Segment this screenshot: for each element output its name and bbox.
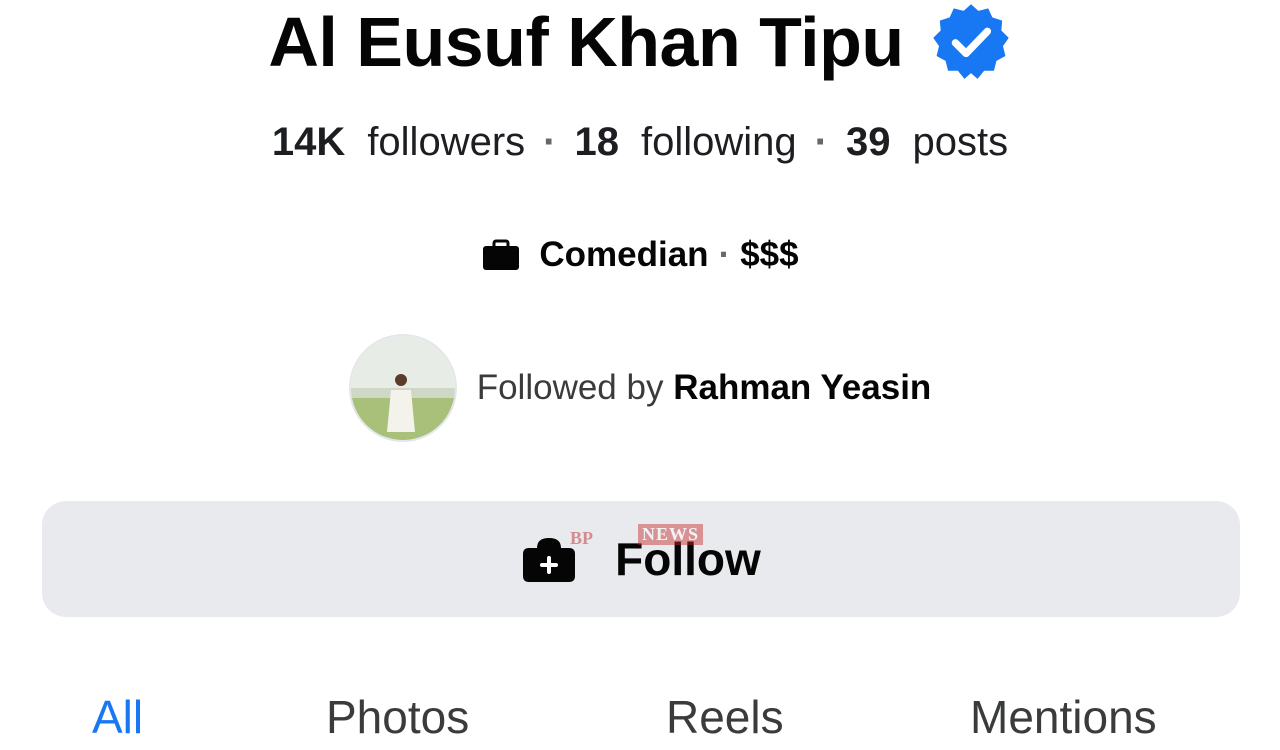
- posts-count: 39: [845, 119, 891, 164]
- posts-label: posts: [912, 119, 1009, 164]
- verified-badge-icon: [930, 1, 1012, 83]
- tab-photos[interactable]: Photos: [326, 690, 469, 744]
- profile-category: Comedian · $$$: [0, 228, 1280, 282]
- followed-by-prefix: Followed by: [476, 368, 664, 407]
- price-range: $$$: [740, 235, 799, 274]
- stats-separator: ·: [543, 119, 557, 164]
- profile-tabs: All Photos Reels Mentions: [0, 690, 1280, 750]
- followed-by-text: Followed by Rahman Yeasin: [477, 368, 932, 408]
- tab-reels[interactable]: Reels: [666, 690, 784, 744]
- stats-separator: ·: [814, 119, 828, 164]
- avatar[interactable]: [348, 334, 457, 442]
- following-label[interactable]: following: [641, 120, 797, 165]
- followers-label[interactable]: followers: [367, 120, 525, 165]
- profile-stats: 14K followers · 18 following · 39 posts: [0, 112, 1280, 172]
- followers-count[interactable]: 14K: [272, 120, 345, 165]
- profile-name: Al Eusuf Khan Tipu: [268, 3, 904, 81]
- follow-button[interactable]: Follow: [42, 501, 1240, 617]
- mutual-follower[interactable]: Followed by Rahman Yeasin: [0, 334, 1280, 442]
- category-label: Comedian: [539, 235, 709, 274]
- following-count[interactable]: 18: [574, 120, 619, 165]
- follow-add-icon: [521, 534, 577, 584]
- briefcase-icon: [481, 238, 521, 272]
- follow-button-label: Follow: [615, 533, 761, 585]
- followed-by-name[interactable]: Rahman Yeasin: [673, 368, 931, 407]
- tab-all[interactable]: All: [92, 690, 143, 744]
- category-separator: ·: [718, 235, 731, 274]
- tab-mentions[interactable]: Mentions: [970, 690, 1157, 744]
- profile-header: Al Eusuf Khan Tipu: [0, 0, 1280, 92]
